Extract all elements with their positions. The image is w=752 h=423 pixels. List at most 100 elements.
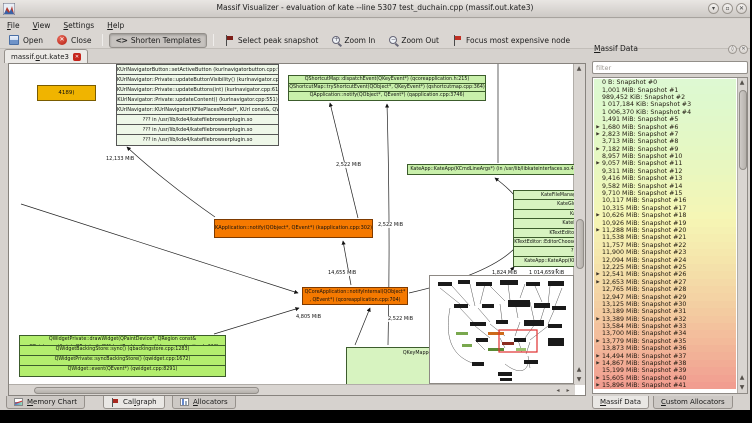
expander-icon[interactable]: ▶	[594, 147, 602, 152]
expander-icon[interactable]: ▶	[594, 213, 602, 218]
scroll-up-icon[interactable]: ▲	[574, 65, 584, 72]
callgraph-node[interactable]: QShortcutMap::tryShortcutEvent(QObject*,…	[289, 84, 485, 92]
snapshot-item[interactable]: 1 006,370 KiB: Snapshot #4	[594, 109, 736, 116]
snapshot-item[interactable]: 10,117 MiB: Snapshot #16	[594, 197, 736, 204]
snapshot-item[interactable]: ▶ 11,288 MiB: Snapshot #20	[594, 227, 736, 234]
titlebar[interactable]: Massif Visualizer - evaluation of kate -…	[0, 0, 750, 18]
expander-icon[interactable]: ▶	[594, 228, 602, 233]
snapshot-scrollbar-thumb[interactable]	[739, 90, 747, 170]
snapshot-item[interactable]: 0 B: Snapshot #0	[594, 79, 736, 86]
snapshot-item[interactable]: 13,584 MiB: Snapshot #33	[594, 323, 736, 330]
callgraph-node[interactable]: KateF	[514, 219, 574, 228]
callgraph-node[interactable]: KUrlNavigatorButton::setActiveButton (ku…	[117, 65, 278, 75]
dock-header[interactable]: Massif Data	[590, 44, 750, 58]
tab-custom-allocators[interactable]: Custom Allocators	[653, 396, 733, 409]
expander-icon[interactable]: ▶	[594, 317, 602, 322]
zoom-out-button[interactable]: − Zoom Out	[384, 34, 444, 47]
expander-icon[interactable]: ▶	[594, 376, 602, 381]
callgraph-node[interactable]: Ka	[514, 210, 574, 219]
callgraph-node[interactable]: ??	[514, 247, 574, 256]
scroll-down-icon[interactable]: ▼	[574, 376, 584, 383]
tab-callgraph[interactable]: Callgraph	[103, 396, 165, 409]
snapshot-item[interactable]: 10,926 MiB: Snapshot #19	[594, 219, 736, 226]
snapshot-item[interactable]: ▶ 15,896 MiB: Snapshot #41	[594, 382, 736, 389]
expander-icon[interactable]: ▶	[594, 361, 602, 366]
zoom-in-button[interactable]: + Zoom In	[327, 34, 380, 47]
callgraph-node-qcoreapplication[interactable]: QCoreApplication::notifyInternal(QObject…	[302, 287, 408, 305]
callgraph-node[interactable]: KateApp::KateApp(KC	[514, 257, 574, 266]
snapshot-item[interactable]: ▶ 9,057 MiB: Snapshot #11	[594, 160, 736, 167]
snapshot-item[interactable]: 13,700 MiB: Snapshot #34	[594, 330, 736, 337]
tab-close-icon[interactable]	[73, 53, 81, 61]
callgraph-node[interactable]: KateGlo	[514, 200, 574, 209]
snapshot-scrollbar[interactable]: ▲ ▲ ▼	[737, 78, 747, 393]
menu-help[interactable]: Help	[107, 21, 124, 30]
menu-file[interactable]: File	[7, 21, 20, 30]
snapshot-list[interactable]: 0 B: Snapshot #0 1,001 MiB: Snapshot #1 …	[594, 79, 736, 392]
tab-allocators[interactable]: Allocators	[172, 396, 236, 409]
snapshot-item[interactable]: 9,582 MiB: Snapshot #14	[594, 182, 736, 189]
snapshot-item[interactable]: ▶ 1,680 MiB: Snapshot #6	[594, 123, 736, 130]
snapshot-item[interactable]: 1,491 MiB: Snapshot #5	[594, 116, 736, 123]
callgraph-node[interactable]: QWidgetPrivate::drawWidget(QPaintDevice*…	[20, 336, 225, 346]
vertical-scrollbar[interactable]: ▲ ▲ ▼	[573, 64, 585, 385]
expander-icon[interactable]: ▶	[594, 280, 602, 285]
callgraph-node[interactable]: KateFileManag	[514, 191, 574, 200]
close-window-icon[interactable]	[736, 3, 747, 14]
callgraph-node-kapplication[interactable]: KApplication::notify(QObject*, QEvent*) …	[214, 219, 373, 238]
snapshot-item[interactable]: 13,189 MiB: Snapshot #31	[594, 308, 736, 315]
snapshot-item[interactable]: ▶ 15,605 MiB: Snapshot #40	[594, 375, 736, 382]
callgraph-canvas[interactable]: 4189) KUrlNavigatorButton::setActiveButt…	[9, 64, 574, 384]
snapshot-item[interactable]: ▶ 12,541 MiB: Snapshot #26	[594, 271, 736, 278]
menu-settings[interactable]: Settings	[63, 21, 94, 30]
scroll-up-icon[interactable]: ▲	[737, 79, 747, 86]
tab-massif-out-kate3[interactable]: massif.out.kate3	[4, 49, 88, 63]
callgraph-node[interactable]: KTextEditor	[514, 229, 574, 238]
filter-input[interactable]	[592, 61, 748, 74]
snapshot-item[interactable]: 9,710 MiB: Snapshot #15	[594, 190, 736, 197]
snapshot-item[interactable]: 11,900 MiB: Snapshot #23	[594, 249, 736, 256]
snapshot-item[interactable]: 13,125 MiB: Snapshot #30	[594, 301, 736, 308]
dock-close-icon[interactable]	[739, 45, 748, 54]
expander-icon[interactable]: ▶	[594, 161, 602, 166]
menu-view[interactable]: View	[33, 21, 51, 30]
callgraph-node[interactable]: ??? in /usr/lib/kde4/katefilebrowserplug…	[117, 115, 278, 125]
snapshot-item[interactable]: 3,713 MiB: Snapshot #8	[594, 138, 736, 145]
close-button[interactable]: Close	[52, 33, 96, 47]
horizontal-scrollbar[interactable]: ◂ ▸	[9, 384, 575, 395]
minimize-icon[interactable]	[708, 3, 719, 14]
expander-icon[interactable]: ▶	[594, 125, 602, 130]
tab-massif-data[interactable]: Massif Data	[592, 396, 649, 409]
callgraph-node[interactable]: ??? in /usr/lib/kde4/katefilebrowserplug…	[117, 135, 278, 145]
expander-icon[interactable]: ▶	[594, 354, 602, 359]
horizontal-scrollbar-thumb[interactable]	[34, 387, 259, 394]
expander-icon[interactable]: ▶	[594, 272, 602, 277]
tab-memory-chart[interactable]: Memory Chart	[6, 396, 85, 409]
expander-icon[interactable]: ▶	[594, 132, 602, 137]
select-peak-snapshot-button[interactable]: Select peak snapshot	[220, 33, 323, 48]
maximize-icon[interactable]	[722, 3, 733, 14]
callgraph-node[interactable]: KUrlNavigator::Private::updateButtonVisi…	[117, 75, 278, 85]
snapshot-item[interactable]: ▶ 13,779 MiB: Snapshot #35	[594, 338, 736, 345]
snapshot-item[interactable]: 1 017,184 KiB: Snapshot #3	[594, 101, 736, 108]
callgraph-node[interactable]: KTextEditor::EditorChoose	[514, 238, 574, 247]
snapshot-item[interactable]: 11,538 MiB: Snapshot #21	[594, 234, 736, 241]
snapshot-item[interactable]: 9,311 MiB: Snapshot #12	[594, 168, 736, 175]
open-button[interactable]: Open	[4, 33, 48, 47]
snapshot-item[interactable]: ▶ 7,182 MiB: Snapshot #9	[594, 146, 736, 153]
snapshot-item[interactable]: 12,947 MiB: Snapshot #29	[594, 293, 736, 300]
snapshot-item[interactable]: ▶ 14,494 MiB: Snapshot #37	[594, 352, 736, 359]
expander-icon[interactable]: ▶	[594, 383, 602, 388]
vertical-scrollbar-thumb[interactable]	[576, 219, 584, 269]
scroll-down-icon[interactable]: ▼	[737, 384, 747, 391]
snapshot-item[interactable]: 1,001 MiB: Snapshot #1	[594, 86, 736, 93]
scroll-up-icon[interactable]: ▲	[737, 374, 747, 381]
callgraph-node[interactable]: KUrlNavigator::Private::updateContent() …	[117, 95, 278, 105]
snapshot-item[interactable]: ▶ 2,823 MiB: Snapshot #7	[594, 131, 736, 138]
snapshot-item[interactable]: ▶ 10,626 MiB: Snapshot #18	[594, 212, 736, 219]
snapshot-item[interactable]: 11,757 MiB: Snapshot #22	[594, 242, 736, 249]
expander-icon[interactable]: ▶	[594, 339, 602, 344]
scroll-left-icon[interactable]: ◂	[553, 387, 563, 394]
callgraph-node-clipped[interactable]: 4189)	[37, 85, 96, 101]
callgraph-node[interactable]: ??? in /usr/lib/kde4/katefilebrowserplug…	[117, 125, 278, 135]
